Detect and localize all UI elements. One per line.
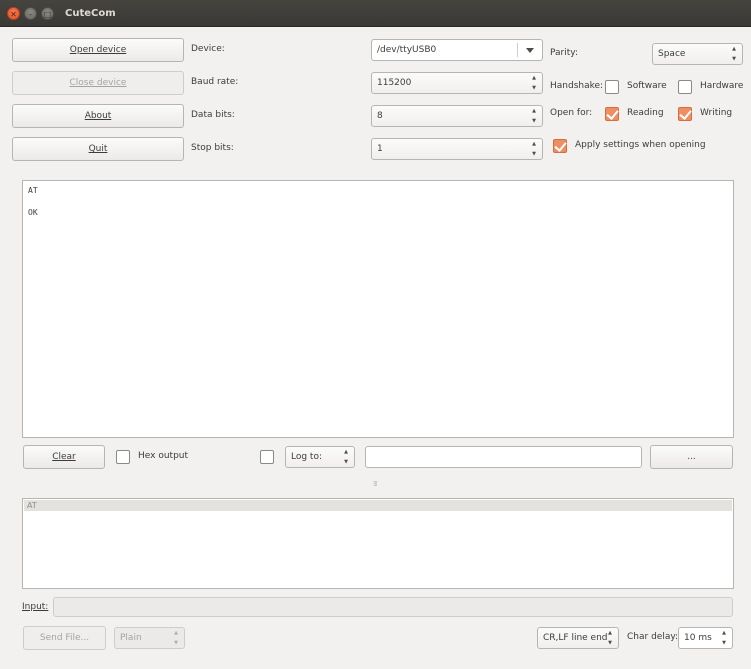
output-textarea[interactable]: AT OK	[22, 180, 734, 438]
browse-label: ...	[687, 452, 696, 462]
data-bits-combobox[interactable]: 8 ▲ ▼	[371, 105, 543, 127]
apply-settings-label: Apply settings when opening	[575, 140, 706, 150]
hex-output-label: Hex output	[138, 451, 189, 461]
device-combobox[interactable]: /dev/ttyUSB0	[371, 39, 543, 61]
command-history-list[interactable]: AT	[22, 498, 734, 589]
about-label: About	[84, 111, 112, 121]
data-bits-label: Data bits:	[191, 110, 235, 120]
software-handshake-checkbox[interactable]	[605, 80, 619, 94]
handshake-label: Handshake:	[550, 81, 604, 91]
maximize-window-button[interactable]: □	[41, 7, 54, 20]
updown-arrows-icon: ▲ ▼	[608, 630, 612, 646]
window-title: CuteCom	[65, 8, 116, 19]
updown-arrows-icon: ▲ ▼	[532, 141, 536, 157]
open-device-button[interactable]: Open device	[12, 38, 184, 62]
parity-value: Space	[658, 49, 686, 59]
open-for-label: Open for:	[550, 108, 593, 118]
clear-button[interactable]: Clear	[23, 445, 105, 469]
updown-arrows-icon[interactable]: ▲ ▼	[720, 629, 728, 647]
char-delay-value: 10 ms	[684, 633, 712, 643]
writing-label: Writing	[700, 108, 733, 118]
history-item[interactable]: AT	[24, 500, 732, 511]
input-label-text: Input:	[22, 602, 49, 612]
line-end-combobox[interactable]: CR,LF line end ▲ ▼	[537, 627, 619, 649]
title-bar: ✕ – □ CuteCom	[0, 0, 751, 27]
hex-output-checkbox[interactable]	[116, 450, 130, 464]
reading-checkbox[interactable]	[605, 107, 619, 121]
stop-bits-value: 1	[377, 144, 383, 154]
input-label: Input:	[22, 602, 48, 612]
data-bits-value: 8	[377, 111, 383, 121]
device-value: /dev/ttyUSB0	[377, 45, 437, 55]
send-mode-combobox[interactable]: Plain ▲ ▼	[114, 627, 185, 649]
updown-arrows-icon: ▲ ▼	[732, 46, 736, 62]
send-mode-value: Plain	[120, 633, 142, 643]
quit-label: Quit	[88, 144, 108, 154]
baud-rate-label: Baud rate:	[191, 77, 239, 87]
log-to-value: Log to:	[291, 452, 323, 462]
chevron-down-icon[interactable]	[526, 48, 534, 53]
close-device-button[interactable]: Close device	[12, 71, 184, 95]
updown-arrows-icon: ▲ ▼	[532, 75, 536, 91]
quit-button[interactable]: Quit	[12, 137, 184, 161]
close-window-button[interactable]: ✕	[7, 7, 20, 20]
char-delay-spinbox[interactable]: 10 ms ▲ ▼	[678, 627, 733, 649]
log-file-input[interactable]	[365, 446, 642, 468]
char-delay-label: Char delay:	[627, 632, 679, 642]
log-to-combobox[interactable]: Log to: ▲ ▼	[285, 446, 355, 468]
reading-label: Reading	[627, 108, 664, 118]
log-enabled-checkbox[interactable]	[260, 450, 274, 464]
writing-checkbox[interactable]	[678, 107, 692, 121]
browse-log-file-button[interactable]: ...	[650, 445, 733, 469]
parity-combobox[interactable]: Space ▲ ▼	[652, 43, 743, 65]
updown-arrows-icon: ▲ ▼	[344, 449, 348, 465]
parity-label: Parity:	[550, 48, 578, 58]
line-end-value: CR,LF line end	[543, 633, 608, 643]
output-line: OK	[28, 208, 38, 217]
stop-bits-label: Stop bits:	[191, 143, 234, 153]
software-handshake-label: Software	[627, 81, 667, 91]
input-field[interactable]	[53, 597, 733, 617]
clear-label: Clear	[52, 452, 76, 462]
hardware-handshake-label: Hardware	[700, 81, 744, 91]
device-combobox-separator	[517, 43, 518, 57]
send-file-button[interactable]: Send File...	[23, 626, 106, 650]
baud-rate-value: 115200	[377, 78, 412, 88]
apply-settings-checkbox[interactable]	[553, 139, 567, 153]
open-device-label: Open device	[69, 45, 127, 55]
minimize-window-button[interactable]: –	[24, 7, 37, 20]
device-label: Device:	[191, 44, 225, 54]
updown-arrows-icon: ▲ ▼	[532, 108, 536, 124]
output-line: AT	[28, 186, 38, 195]
stop-bits-combobox[interactable]: 1 ▲ ▼	[371, 138, 543, 160]
splitter-handle[interactable]: ⁞⁞⁞	[373, 480, 378, 488]
about-button[interactable]: About	[12, 104, 184, 128]
updown-arrows-icon: ▲ ▼	[174, 630, 178, 646]
baud-rate-combobox[interactable]: 115200 ▲ ▼	[371, 72, 543, 94]
hardware-handshake-checkbox[interactable]	[678, 80, 692, 94]
send-file-label: Send File...	[39, 633, 90, 643]
close-device-label: Close device	[69, 78, 127, 88]
